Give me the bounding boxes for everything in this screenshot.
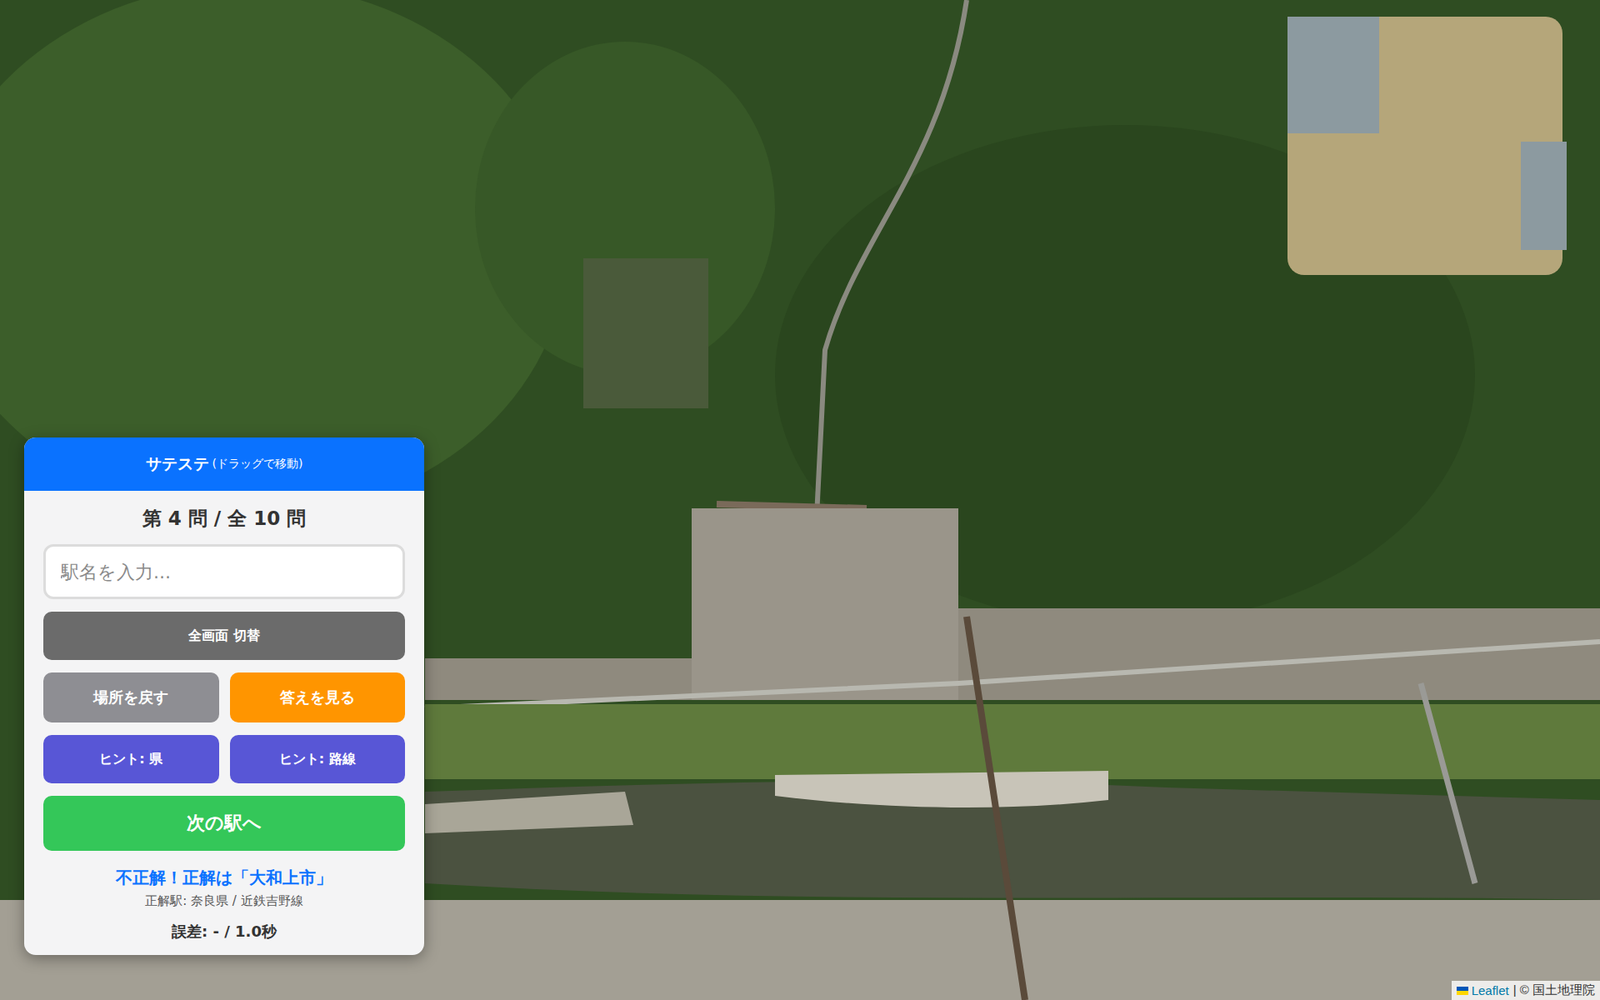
game-screen: サテステ(ドラッグで移動)第 4 問 / 全 10 問全画面 切替場所を戻す答え… — [0, 0, 1600, 1000]
quiz-panel[interactable]: サテステ(ドラッグで移動)第 4 問 / 全 10 問全画面 切替場所を戻す答え… — [24, 437, 425, 955]
action-button[interactable]: 全画面 切替 — [43, 611, 405, 660]
drag-hint: (ドラッグで移動) — [212, 456, 304, 472]
result-message: 不正解！正解は「大和上市」 — [43, 866, 405, 890]
action-button[interactable]: 場所を戻す — [43, 672, 220, 723]
question-counter: 第 4 問 / 全 10 問 — [43, 505, 405, 532]
app-title: サテステ — [145, 453, 210, 475]
button-row: 場所を戻す答えを見る — [43, 672, 405, 723]
button-row: ヒント: 県ヒント: 路線 — [43, 735, 405, 784]
map-attribution: Leaflet| © 国土地理院 — [1451, 980, 1600, 1000]
error-stat: 誤差: - / 1.0秒 — [43, 921, 405, 942]
button-row: 次の駅へ — [43, 795, 405, 851]
answer-detail: 正解駅: 奈良県 / 近鉄吉野線 — [43, 893, 405, 910]
action-button[interactable]: ヒント: 路線 — [230, 735, 406, 784]
panel-body: 第 4 問 / 全 10 問全画面 切替場所を戻す答えを見るヒント: 県ヒント:… — [24, 490, 425, 955]
action-button[interactable]: 答えを見る — [230, 672, 406, 723]
station-input[interactable] — [43, 544, 405, 600]
leaflet-link[interactable]: Leaflet — [1456, 983, 1510, 998]
attribution-text: | © 国土地理院 — [1513, 982, 1595, 999]
action-button[interactable]: ヒント: 県 — [43, 735, 220, 784]
ukraine-flag-icon — [1456, 986, 1469, 995]
button-row: 全画面 切替 — [43, 611, 405, 660]
panel-header[interactable]: サテステ(ドラッグで移動) — [24, 437, 425, 491]
action-button[interactable]: 次の駅へ — [43, 795, 405, 851]
